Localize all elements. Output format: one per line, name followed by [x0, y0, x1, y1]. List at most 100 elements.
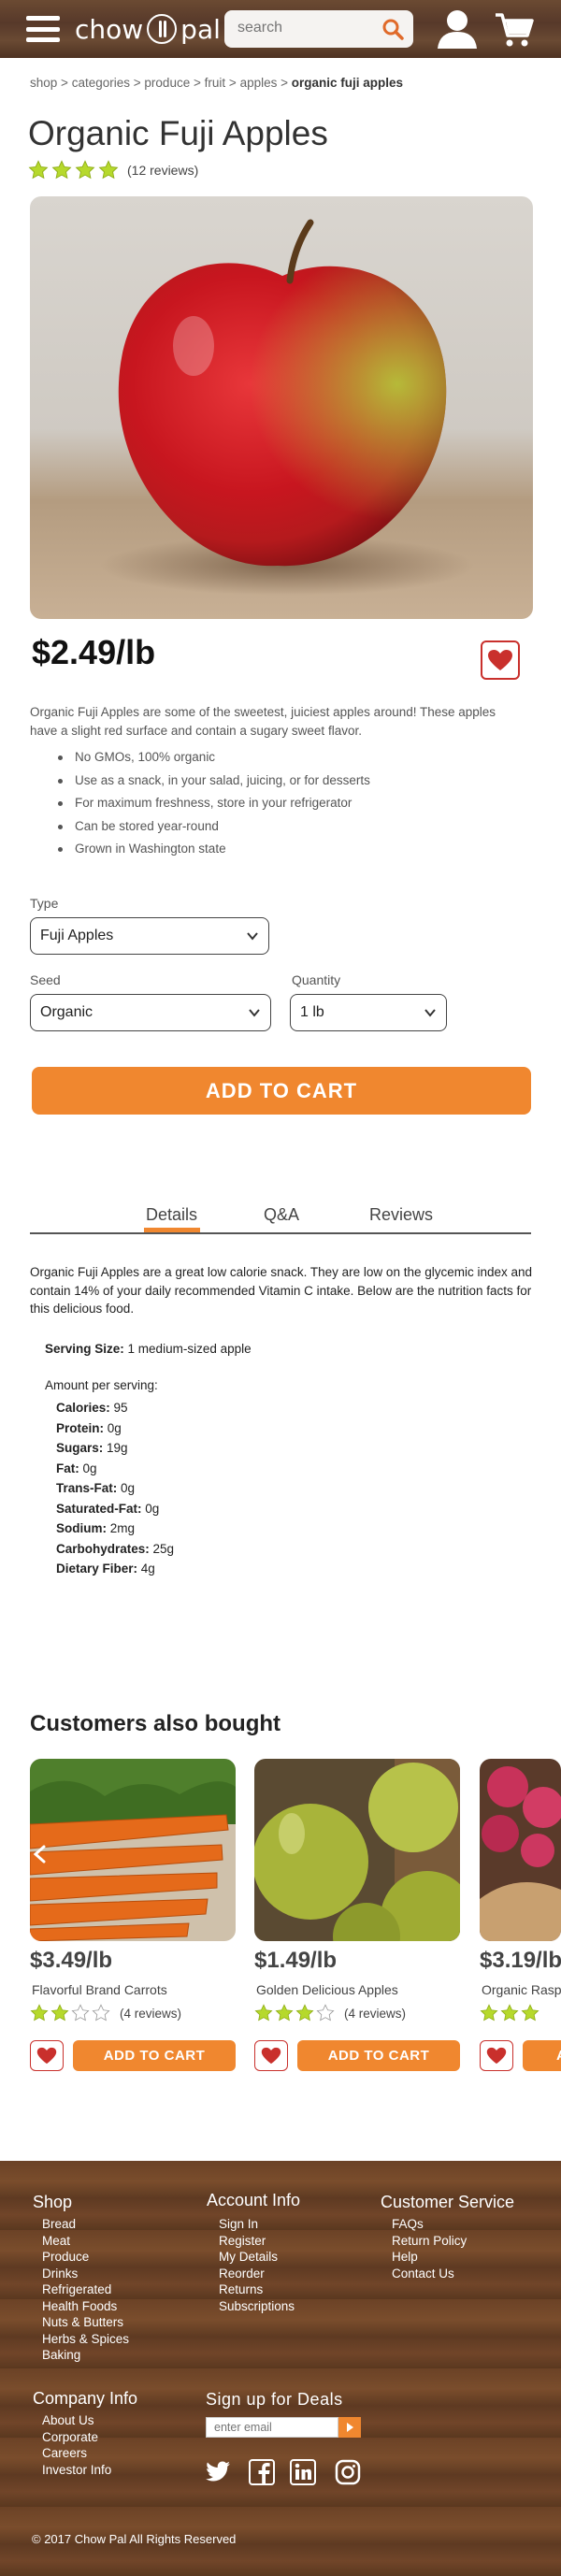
footer-link[interactable]: Register	[219, 2233, 295, 2250]
footer-link[interactable]: Careers	[42, 2445, 111, 2462]
cart-icon[interactable]	[494, 11, 535, 49]
nutrient-name: Dietary Fiber:	[56, 1561, 138, 1576]
tab-qa[interactable]: Q&A	[264, 1205, 299, 1225]
add-to-cart-button[interactable]: ADD TO CART	[32, 1067, 531, 1115]
wishlist-button[interactable]	[481, 640, 520, 680]
product-card-name[interactable]: Flavorful Brand Carrots	[32, 1982, 167, 1997]
breadcrumb-separator: >	[228, 76, 237, 90]
footer-link[interactable]: Corporate	[42, 2429, 111, 2446]
heart-icon	[261, 2047, 281, 2065]
footer-link[interactable]: Subscriptions	[219, 2298, 295, 2315]
tab-details[interactable]: Details	[146, 1205, 197, 1225]
tab-reviews[interactable]: Reviews	[369, 1205, 433, 1225]
breadcrumb-item[interactable]: fruit	[205, 76, 226, 90]
footer-link[interactable]: Drinks	[42, 2266, 129, 2282]
wishlist-button[interactable]	[254, 2040, 288, 2071]
star-icon	[30, 2004, 49, 2022]
footer-link[interactable]: Reorder	[219, 2266, 295, 2282]
footer-link[interactable]: My Details	[219, 2249, 295, 2266]
footer-link[interactable]: Help	[392, 2249, 467, 2266]
footer-link[interactable]: Returns	[219, 2281, 295, 2298]
product-card-image[interactable]	[30, 1759, 236, 1941]
product-card-name[interactable]: Organic Rasp	[482, 1982, 561, 1997]
nutrition-facts: Serving Size: 1 medium-sized apple Amoun…	[45, 1342, 252, 1579]
footer-link[interactable]: Bread	[42, 2216, 129, 2233]
nutrient-row: Sugars: 19g	[56, 1438, 252, 1459]
product-price: $2.49/lb	[32, 633, 156, 671]
product-card-image[interactable]	[480, 1759, 561, 1941]
nutrient-value: 2mg	[107, 1521, 136, 1535]
footer-link[interactable]: Herbs & Spices	[42, 2331, 129, 2348]
chevron-left-icon[interactable]	[30, 1844, 50, 1864]
copyright: © 2017 Chow Pal All Rights Reserved	[32, 2532, 237, 2546]
footer-company-title: Company Info	[33, 2389, 138, 2408]
list-item: For maximum freshness, store in your ref…	[58, 792, 370, 815]
footer-link[interactable]: Produce	[42, 2249, 129, 2266]
logo[interactable]: chow pal	[75, 11, 221, 47]
product-card-price: $3.19/lb	[480, 1948, 561, 1973]
type-label: Type	[30, 896, 59, 911]
linkedin-icon[interactable]	[290, 2459, 316, 2485]
account-icon[interactable]	[436, 7, 479, 50]
product-card-reviews[interactable]: (4 reviews)	[120, 2007, 181, 2021]
star-icon	[254, 2004, 273, 2022]
twitter-icon[interactable]	[205, 2460, 231, 2484]
search-icon[interactable]	[381, 18, 404, 40]
footer-link[interactable]: Investor Info	[42, 2462, 111, 2479]
type-select[interactable]: Fuji Apples	[30, 917, 269, 955]
footer-link[interactable]: Health Foods	[42, 2298, 129, 2315]
product-card-price: $1.49/lb	[254, 1948, 338, 1973]
seed-select[interactable]: Organic	[30, 994, 271, 1031]
product-card-name[interactable]: Golden Delicious Apples	[256, 1982, 398, 1997]
instagram-icon[interactable]	[335, 2459, 361, 2485]
search-input[interactable]	[237, 20, 368, 36]
serving-size: Serving Size: 1 medium-sized apple	[45, 1342, 252, 1356]
add-to-cart-button[interactable]: ADD TO CART	[297, 2040, 460, 2071]
breadcrumb-item[interactable]: categories	[72, 76, 130, 90]
hamburger-icon[interactable]	[26, 16, 60, 42]
footer-link[interactable]: Contact Us	[392, 2266, 467, 2282]
add-to-cart-button[interactable]: ADD TO CART	[73, 2040, 236, 2071]
product-rating[interactable]: (12 reviews)	[28, 160, 198, 180]
email-submit-button[interactable]	[338, 2417, 361, 2438]
nutrient-name: Saturated-Fat:	[56, 1501, 142, 1516]
breadcrumb-item[interactable]: produce	[144, 76, 190, 90]
reviews-count[interactable]: (12 reviews)	[127, 163, 198, 178]
footer-link[interactable]: Nuts & Butters	[42, 2314, 129, 2331]
apple-illustration	[100, 219, 474, 596]
list-item: Grown in Washington state	[58, 838, 370, 861]
star-icon	[500, 2004, 519, 2022]
wishlist-button[interactable]	[480, 2040, 513, 2071]
footer-link[interactable]: Refrigerated	[42, 2281, 129, 2298]
nutrient-name: Carbohydrates:	[56, 1541, 150, 1556]
breadcrumb-item[interactable]: shop	[30, 76, 57, 90]
footer-link[interactable]: Return Policy	[392, 2233, 467, 2250]
footer-company-links: About Us Corporate Careers Investor Info	[42, 2412, 111, 2478]
product-card-reviews[interactable]: (4 reviews)	[344, 2007, 406, 2021]
nutrient-name: Calories:	[56, 1401, 110, 1415]
product-card[interactable]: $3.19/lb Organic Rasp A	[480, 1759, 561, 2077]
product-card[interactable]: $1.49/lb Golden Delicious Apples (4 revi…	[254, 1759, 462, 2071]
product-card-image[interactable]	[254, 1759, 460, 1941]
quantity-label: Quantity	[292, 972, 341, 987]
quantity-select[interactable]: 1 lb	[290, 994, 447, 1031]
product-card-price: $3.49/lb	[30, 1948, 113, 1973]
footer-link[interactable]: FAQs	[392, 2216, 467, 2233]
breadcrumb-item[interactable]: apples	[240, 76, 278, 90]
heart-icon	[488, 650, 512, 670]
product-card[interactable]: $3.49/lb Flavorful Brand Carrots (4 revi…	[30, 1759, 237, 2071]
raspberries-illustration	[480, 1759, 561, 1941]
footer-link[interactable]: Meat	[42, 2233, 129, 2250]
nutrient-row: Fat: 0g	[56, 1459, 252, 1479]
footer-link[interactable]: About Us	[42, 2412, 111, 2429]
wishlist-button[interactable]	[30, 2040, 64, 2071]
nutrient-row: Carbohydrates: 25g	[56, 1539, 252, 1560]
email-field[interactable]	[206, 2417, 338, 2438]
add-to-cart-button[interactable]: A	[523, 2040, 561, 2071]
footer-link[interactable]: Baking	[42, 2347, 129, 2364]
nutrient-row: Sodium: 2mg	[56, 1518, 252, 1539]
also-bought-title: Customers also bought	[30, 1711, 281, 1736]
star-empty-icon	[71, 2004, 90, 2022]
facebook-icon[interactable]	[249, 2459, 275, 2485]
footer-link[interactable]: Sign In	[219, 2216, 295, 2233]
